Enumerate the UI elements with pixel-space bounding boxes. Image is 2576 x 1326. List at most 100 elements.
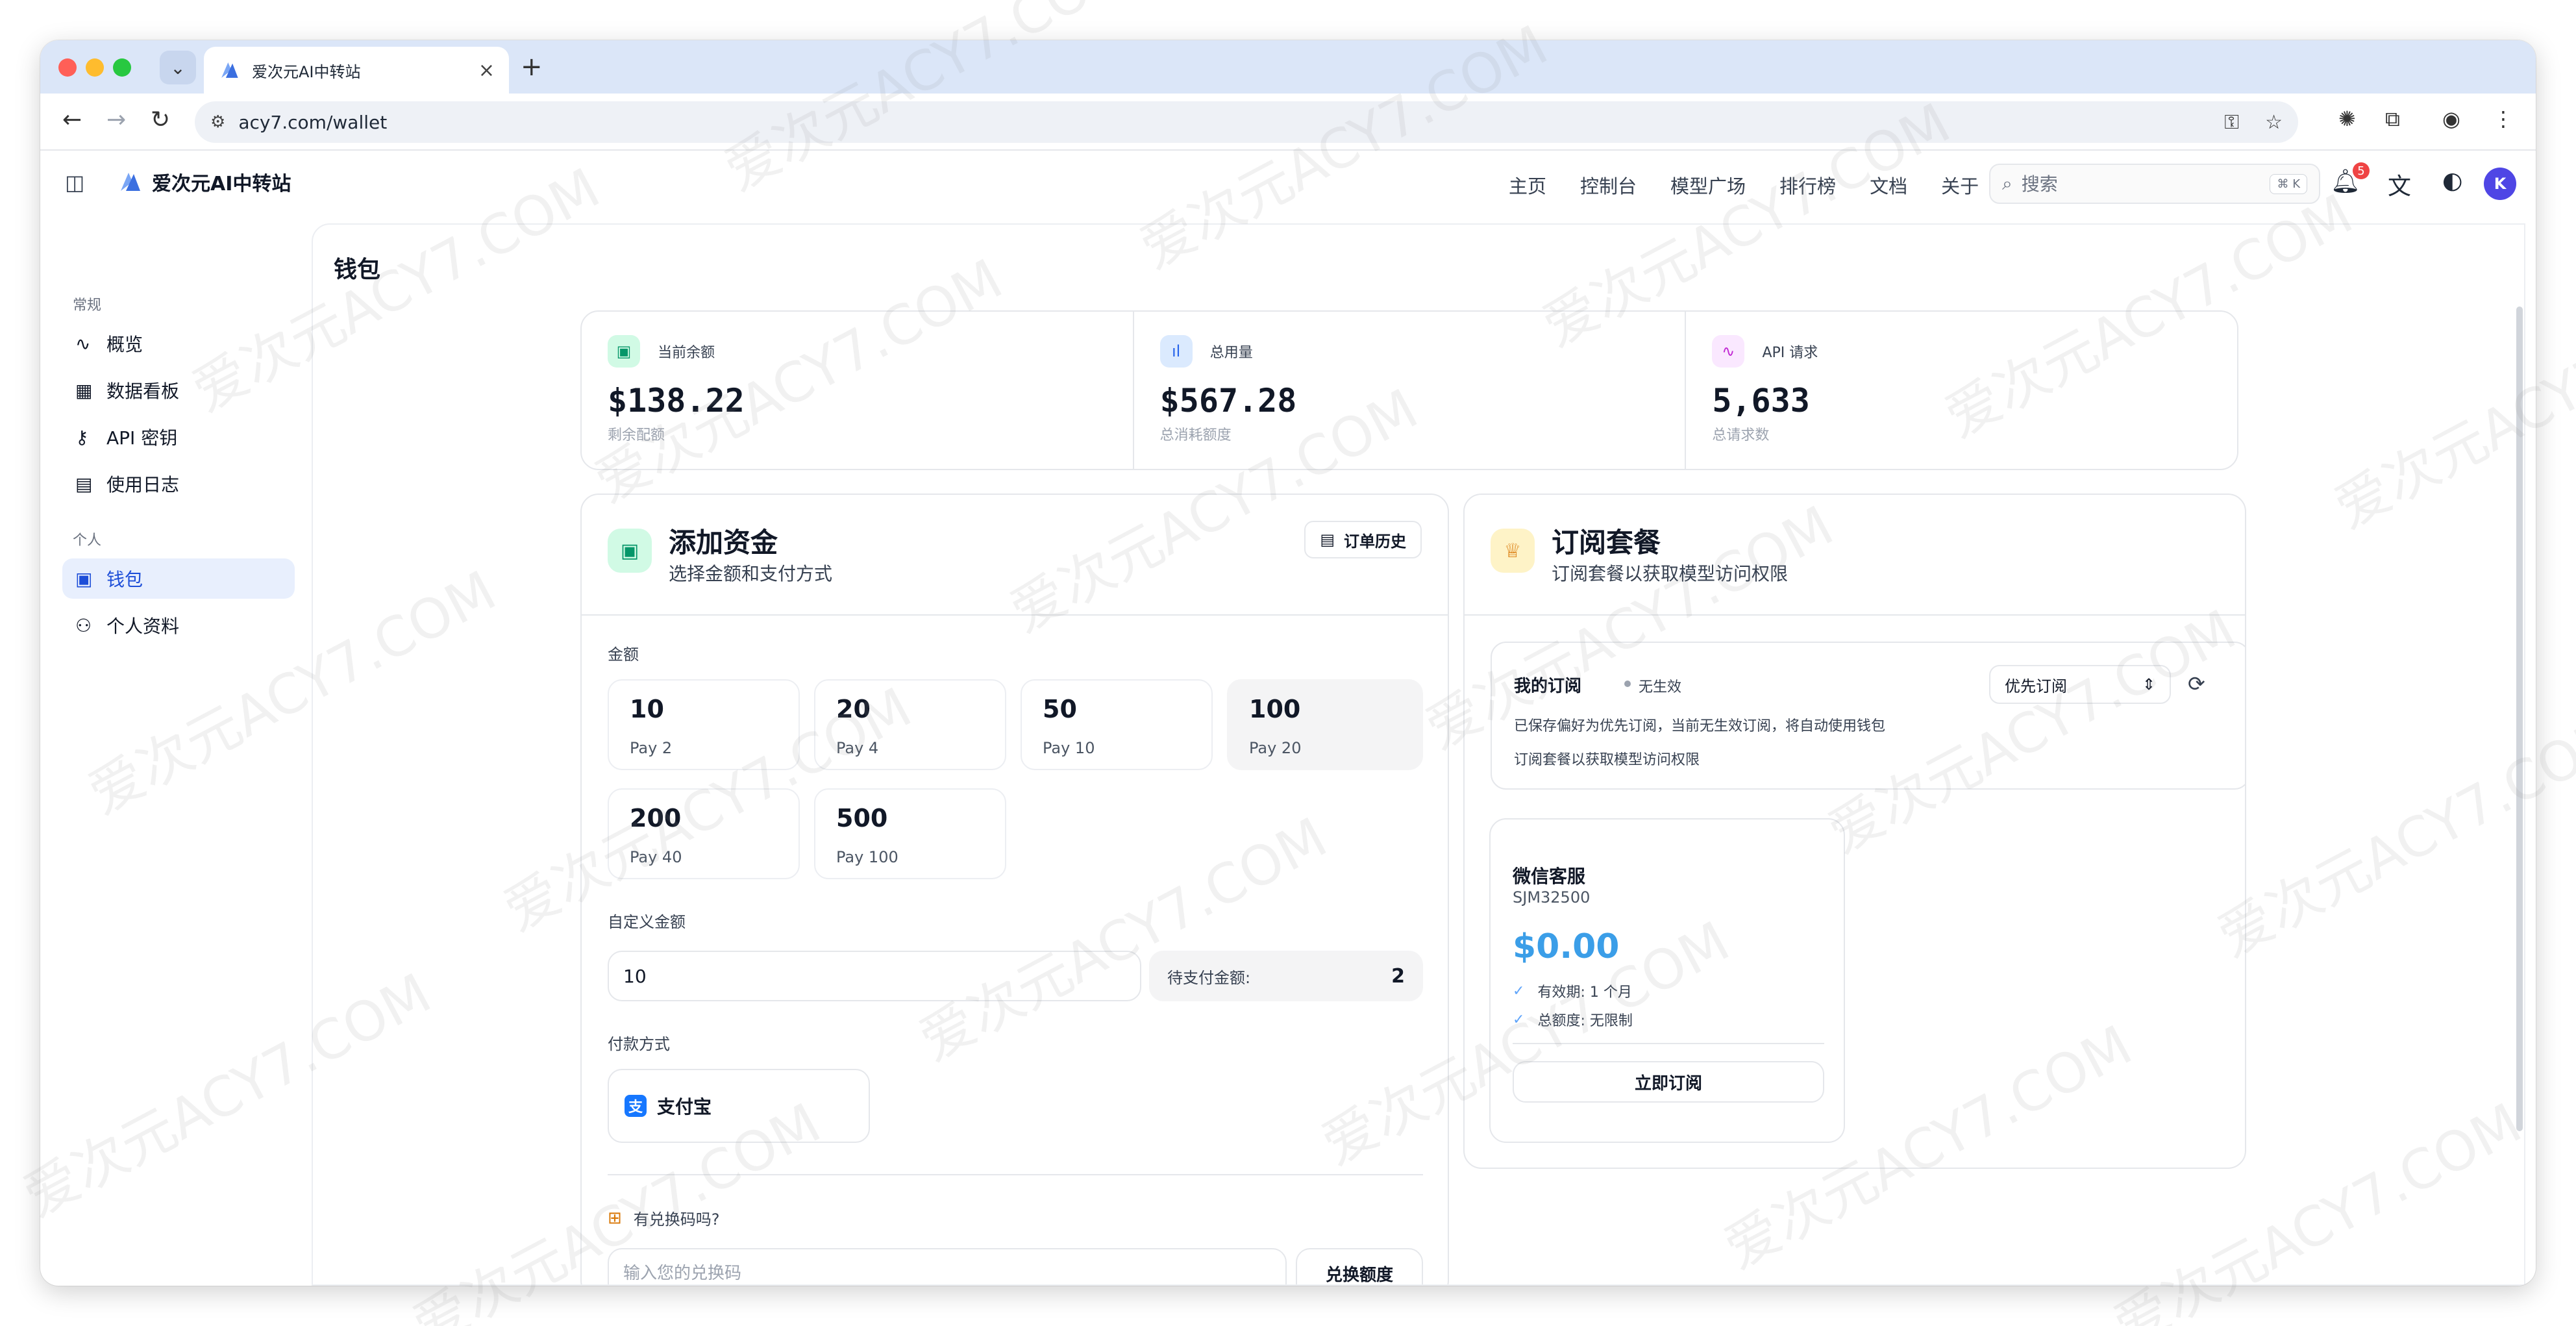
stat-sub: 剩余配额	[608, 427, 665, 444]
sidebar-item-api-keys[interactable]: ⚷ API 密钥	[62, 417, 295, 457]
divider	[1513, 1043, 1824, 1044]
amount-value: 50	[1043, 695, 1077, 723]
avatar[interactable]: K	[2484, 168, 2516, 200]
amount-value: 500	[836, 804, 888, 832]
url-text: acy7.com/wallet	[238, 111, 388, 133]
amount-option-100[interactable]: 100 Pay 20	[1227, 679, 1423, 770]
status-badge: 无生效	[1639, 679, 1682, 695]
redeem-code-input[interactable]	[608, 1248, 1287, 1284]
amount-value: 20	[836, 695, 871, 723]
add-funds-header: ▣ 添加资金 选择金额和支付方式 ▤ 订单历史	[582, 495, 1448, 616]
sidebar-toggle-icon[interactable]: ◫	[65, 170, 84, 195]
custom-amount-label: 自定义金额	[608, 913, 686, 931]
url-field[interactable]: ⚙ acy7.com/wallet ⚿ ☆	[195, 101, 2298, 143]
payment-alipay-option[interactable]: 支 支付宝	[608, 1069, 870, 1143]
receipt-icon: ▤	[1320, 531, 1335, 549]
page-title: 钱包	[334, 256, 381, 283]
sidebar-group-personal: 个人	[73, 532, 102, 549]
plan-feature-text: 有效期: 1 个月	[1537, 984, 1632, 1001]
sidebar-item-wallet[interactable]: ▣ 钱包	[62, 558, 295, 599]
scrollbar[interactable]	[2516, 306, 2523, 1131]
nav-ranking[interactable]: 排行榜	[1779, 171, 1836, 199]
nav-console[interactable]: 控制台	[1580, 171, 1637, 199]
amount-option-50[interactable]: 50 Pay 10	[1021, 679, 1213, 770]
site-settings-icon[interactable]: ⚙	[210, 112, 225, 132]
amount-option-200[interactable]: 200 Pay 40	[608, 788, 800, 879]
search-box[interactable]: ⌕ ⌘ K	[1989, 164, 2320, 204]
pending-amount: 待支付金额: 2	[1149, 951, 1423, 1001]
tab-bar: ⌄ 爱次元AI中转站 × +	[40, 40, 2536, 94]
profile-icon[interactable]: ◉	[2442, 106, 2460, 131]
nav-docs[interactable]: 文档	[1870, 171, 1907, 199]
log-icon: ▤	[75, 473, 93, 495]
amount-pay: Pay 4	[836, 739, 879, 757]
extensions-puzzle-icon[interactable]: ⧉	[2385, 106, 2400, 132]
browser-menu-icon[interactable]: ⋮	[2493, 106, 2514, 131]
subscribe-button[interactable]: 立即订阅	[1513, 1061, 1824, 1103]
wallet-icon: ▣	[75, 568, 93, 590]
amount-pay: Pay 100	[836, 848, 898, 866]
notification-badge: 5	[2353, 162, 2370, 179]
reload-icon[interactable]: ↻	[151, 106, 170, 133]
browser-window: ⌄ 爱次元AI中转站 × + ← → ↻ ⚙ acy7.com/wallet ⚿…	[40, 40, 2536, 1286]
stat-value: 5,633	[1712, 382, 1810, 419]
close-window-button[interactable]	[58, 58, 77, 77]
theme-palette-icon[interactable]: ◐	[2442, 168, 2462, 194]
forward-arrow-icon[interactable]: →	[106, 106, 126, 133]
amount-option-500[interactable]: 500 Pay 100	[814, 788, 1006, 879]
activity-icon: ∿	[1712, 335, 1745, 368]
maximize-window-button[interactable]	[113, 58, 131, 77]
nav-about[interactable]: 关于	[1941, 171, 1979, 199]
close-tab-icon[interactable]: ×	[478, 59, 495, 82]
search-input[interactable]	[2020, 172, 2270, 195]
top-nav: 主页 控制台 模型广场 排行榜 文档 关于	[1509, 171, 2012, 199]
tab-list-chevron-icon[interactable]: ⌄	[160, 51, 196, 84]
activity-icon: ∿	[75, 332, 91, 355]
status-dot	[1624, 681, 1631, 687]
redeem-question: ⊞ 有兑换码吗?	[608, 1207, 720, 1229]
pending-label: 待支付金额:	[1167, 968, 1251, 987]
priority-select[interactable]: 优先订阅 ⇕	[1989, 665, 2171, 704]
language-icon[interactable]: 文	[2388, 168, 2411, 201]
sidebar-item-overview[interactable]: ∿ 概览	[62, 323, 295, 364]
refresh-icon[interactable]: ⟳	[2188, 671, 2205, 696]
nav-models[interactable]: 模型广场	[1670, 171, 1746, 199]
stat-sub: 总消耗额度	[1159, 427, 1232, 444]
gift-icon: ⊞	[608, 1208, 622, 1228]
redeem-question-text: 有兑换码吗?	[633, 1210, 720, 1229]
sidebar-item-profile[interactable]: ⚇ 个人资料	[62, 605, 295, 645]
subscription-subtitle: 订阅套餐以获取模型访问权限	[1552, 563, 1789, 584]
amount-pay: Pay 20	[1249, 739, 1302, 757]
subscription-title: 订阅套餐	[1552, 527, 1661, 558]
add-funds-card: ▣ 添加资金 选择金额和支付方式 ▤ 订单历史 金额 10 Pay 2 20 P…	[580, 494, 1449, 1284]
sidebar-item-dashboard[interactable]: ▦ 数据看板	[62, 370, 295, 410]
alipay-icon: 支	[625, 1095, 647, 1117]
bookmark-star-icon[interactable]: ☆	[2265, 111, 2283, 134]
subscription-info-line: 订阅套餐以获取模型访问权限	[1514, 752, 1700, 768]
new-tab-button[interactable]: +	[521, 52, 543, 82]
amount-label: 金额	[608, 645, 639, 664]
amount-option-10[interactable]: 10 Pay 2	[608, 679, 800, 770]
minimize-window-button[interactable]	[86, 58, 104, 77]
password-key-icon[interactable]: ⚿	[2224, 111, 2239, 134]
key-icon: ⚷	[75, 426, 89, 448]
order-history-button[interactable]: ▤ 订单历史	[1304, 521, 1422, 558]
add-funds-subtitle: 选择金额和支付方式	[669, 563, 833, 584]
extension-openai-icon[interactable]: ✺	[2338, 106, 2356, 131]
sidebar-item-label: API 密钥	[106, 427, 178, 449]
stat-value: $567.28	[1159, 382, 1297, 419]
custom-amount-input[interactable]	[608, 951, 1141, 1001]
amount-value: 10	[630, 695, 664, 723]
browser-tab[interactable]: 爱次元AI中转站 ×	[204, 47, 509, 94]
subscription-header: ♕ 订阅套餐 订阅套餐以获取模型访问权限	[1465, 495, 2245, 616]
my-subscription-title: 我的订阅	[1514, 677, 1582, 696]
brand[interactable]: 爱次元AI中转站	[117, 168, 291, 196]
pending-value: 2	[1391, 964, 1405, 988]
nav-home[interactable]: 主页	[1509, 171, 1546, 199]
amount-option-20[interactable]: 20 Pay 4	[814, 679, 1006, 770]
back-arrow-icon[interactable]: ←	[62, 106, 82, 133]
redeem-button[interactable]: 兑换额度	[1296, 1248, 1423, 1284]
wallet-icon: ▣	[608, 529, 652, 573]
sidebar-item-logs[interactable]: ▤ 使用日志	[62, 464, 295, 504]
app-header: ◫ 爱次元AI中转站 主页 控制台 模型广场 排行榜 文档 关于 ⌕ ⌘ K 🔔…	[40, 151, 2536, 216]
